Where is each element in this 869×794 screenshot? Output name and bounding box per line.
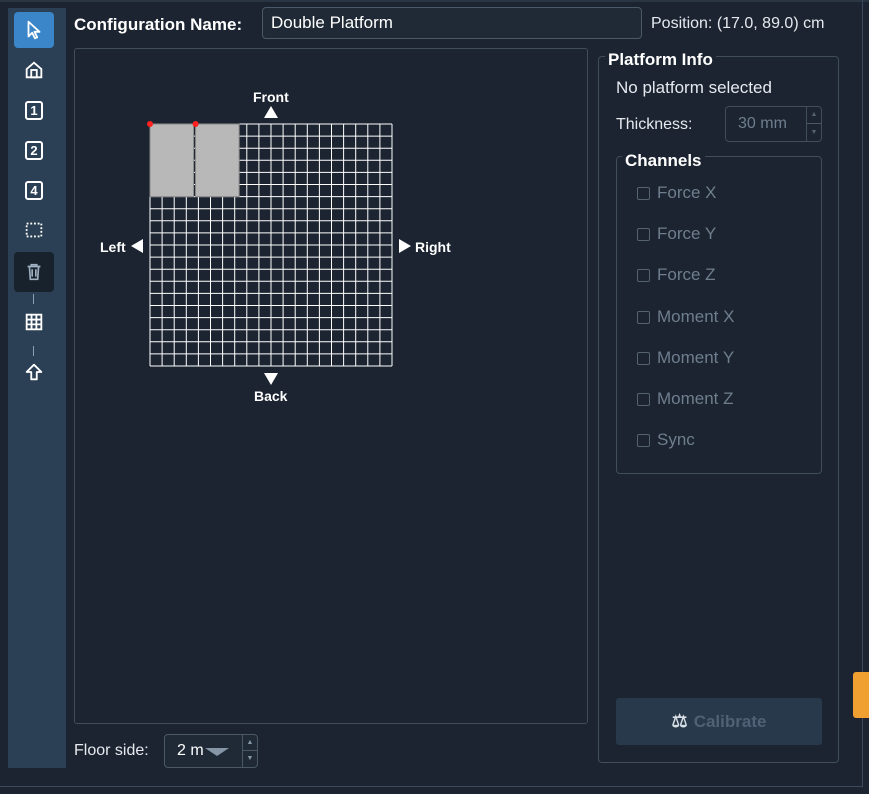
tool-sidebar: 1 2 4 — [8, 8, 66, 768]
floor-grid[interactable] — [146, 120, 396, 370]
right-arrow-icon — [399, 239, 411, 253]
channel-sync-checkbox[interactable]: Sync — [637, 430, 695, 450]
channel-label: Moment Y — [657, 348, 735, 367]
selection-rect-icon — [25, 222, 43, 238]
spin-buttons: ▲ ▼ — [242, 735, 257, 767]
thickness-spinbox[interactable]: 30 mm ▲ ▼ — [725, 106, 822, 142]
config-name-input[interactable]: Double Platform — [262, 7, 642, 39]
platform-origin-marker — [192, 121, 199, 127]
platform-origin-marker — [147, 121, 153, 127]
platform-info-title: Platform Info — [605, 50, 716, 70]
channel-label: Force X — [657, 183, 717, 202]
force-platform — [195, 123, 240, 198]
floor-side-spinbox[interactable]: 2 m ▲ ▼ — [164, 734, 258, 768]
channel-label: Force Y — [657, 224, 717, 243]
select-tool-button[interactable] — [14, 12, 54, 48]
two-platform-icon: 2 — [25, 140, 43, 160]
channel-force-z-checkbox[interactable]: Force Z — [637, 265, 716, 285]
calibrate-button[interactable]: ⚖ Calibrate — [616, 698, 822, 745]
position-readout: Position: (17.0, 89.0) cm — [651, 15, 825, 32]
config-name-label: Configuration Name: — [74, 15, 243, 34]
channel-moment-z-checkbox[interactable]: Moment Z — [637, 389, 734, 409]
checkbox-icon — [637, 433, 650, 447]
checkbox-icon — [637, 310, 650, 324]
channel-label: Force Z — [657, 265, 716, 284]
back-arrow-icon — [264, 373, 278, 385]
calibrate-label: Calibrate — [693, 711, 767, 731]
floor-side-label: Floor side: — [74, 742, 149, 759]
cursor-icon — [27, 20, 41, 40]
arrow-up-icon — [25, 363, 43, 381]
left-label: Left — [100, 239, 126, 255]
two-platform-button[interactable]: 2 — [14, 132, 54, 168]
channel-label: Moment X — [657, 307, 735, 326]
grid-button[interactable] — [14, 304, 54, 340]
chevron-down-icon — [205, 748, 229, 756]
channel-label: Moment Z — [657, 389, 734, 408]
checkbox-icon — [637, 186, 650, 200]
force-platform — [149, 123, 195, 198]
floor-side-value: 2 m — [177, 742, 204, 759]
one-platform-button[interactable]: 1 — [14, 92, 54, 128]
channel-label: Sync — [657, 430, 695, 449]
channel-moment-x-checkbox[interactable]: Moment X — [637, 307, 734, 327]
toolbar-separator — [33, 294, 34, 304]
channel-moment-y-checkbox[interactable]: Moment Y — [637, 348, 734, 368]
home-platform-icon — [25, 61, 43, 79]
move-up-button[interactable] — [14, 354, 54, 390]
spin-down-icon[interactable]: ▼ — [243, 751, 257, 767]
selection-rect-button[interactable] — [14, 212, 54, 248]
trash-icon — [27, 263, 41, 281]
home-platform-button[interactable] — [14, 52, 54, 88]
left-arrow-icon — [131, 239, 143, 253]
back-label: Back — [254, 388, 288, 404]
checkbox-icon — [637, 227, 650, 241]
delete-button[interactable] — [14, 252, 54, 292]
side-dock-icon[interactable] — [853, 672, 869, 718]
checkbox-icon — [637, 351, 650, 365]
front-arrow-icon — [264, 106, 278, 118]
channels-title: Channels — [622, 151, 705, 171]
thickness-label: Thickness: — [616, 116, 693, 133]
grid-icon — [25, 313, 43, 331]
channel-force-y-checkbox[interactable]: Force Y — [637, 224, 716, 244]
checkbox-icon — [637, 268, 650, 282]
thickness-value: 30 mm — [738, 115, 787, 132]
front-label: Front — [253, 89, 289, 105]
channel-force-x-checkbox[interactable]: Force X — [637, 183, 717, 203]
four-platform-button[interactable]: 4 — [14, 172, 54, 208]
checkbox-icon — [637, 392, 650, 406]
right-label: Right — [415, 239, 451, 255]
four-platform-icon: 4 — [25, 180, 43, 200]
platform-status: No platform selected — [616, 78, 772, 97]
scale-icon: ⚖ — [671, 711, 688, 731]
one-platform-icon: 1 — [25, 100, 43, 120]
spin-down-icon[interactable]: ▼ — [807, 124, 821, 141]
spin-buttons: ▲ ▼ — [806, 107, 821, 141]
